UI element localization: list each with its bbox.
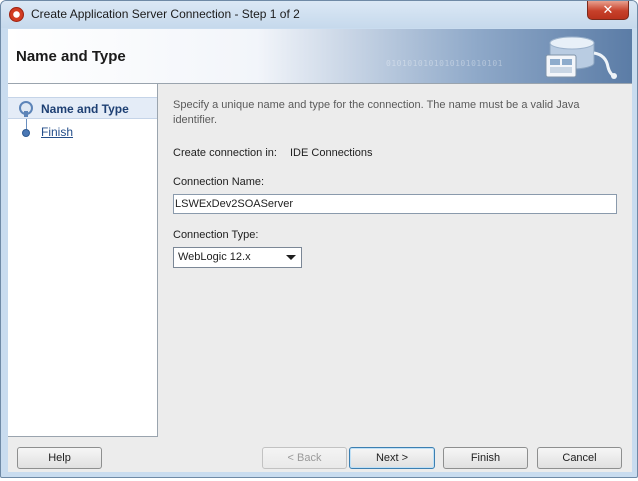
help-button-label: Help xyxy=(48,452,71,464)
wizard-header: Name and Type 0101010101010101010101 xyxy=(8,29,632,84)
close-window-button[interactable]: ✕ xyxy=(587,1,629,20)
wizard-steps-nav: Name and Type Finish xyxy=(8,84,158,437)
nav-item-name-and-type[interactable]: Name and Type xyxy=(8,97,157,119)
step-current-icon xyxy=(19,101,33,117)
nav-item-finish[interactable]: Finish xyxy=(8,121,157,143)
help-button[interactable]: Help xyxy=(17,447,102,469)
window-title: Create Application Server Connection - S… xyxy=(31,7,300,21)
finish-button-label: Finish xyxy=(470,452,501,464)
title-bar[interactable]: Create Application Server Connection - S… xyxy=(1,1,637,28)
step-dot-icon xyxy=(22,129,30,137)
back-button[interactable]: < Back xyxy=(262,447,347,469)
page-title: Name and Type xyxy=(16,48,126,65)
nav-item-label[interactable]: Finish xyxy=(41,125,73,139)
dialog-window: Create Application Server Connection - S… xyxy=(0,0,638,478)
oracle-app-icon xyxy=(9,7,24,22)
connection-name-label: Connection Name: xyxy=(173,176,265,188)
cancel-button-label: Cancel xyxy=(562,452,597,464)
close-icon: ✕ xyxy=(602,2,614,17)
next-button[interactable]: Next > xyxy=(349,447,435,469)
connection-type-select[interactable]: WebLogic 12.x xyxy=(173,247,302,268)
connection-type-label: Connection Type: xyxy=(173,229,259,241)
create-in-label: Create connection in: xyxy=(173,147,277,159)
connection-type-value: WebLogic 12.x xyxy=(178,251,251,263)
page-description: Specify a unique name and type for the c… xyxy=(173,99,580,126)
back-button-label: < Back xyxy=(287,452,322,464)
next-button-label: Next > xyxy=(375,452,409,464)
header-binary-pattern: 0101010101010101010101 xyxy=(386,59,503,68)
dialog-body: Name and Type 0101010101010101010101 Nam… xyxy=(8,29,632,472)
create-in-value: IDE Connections xyxy=(290,147,373,159)
database-server-icon xyxy=(545,36,617,79)
chevron-down-icon xyxy=(286,255,296,260)
finish-button[interactable]: Finish xyxy=(443,447,528,469)
nav-item-label: Name and Type xyxy=(41,102,129,116)
connection-name-input[interactable] xyxy=(173,194,617,214)
cancel-button[interactable]: Cancel xyxy=(537,447,622,469)
wizard-content: Specify a unique name and type for the c… xyxy=(159,84,632,437)
